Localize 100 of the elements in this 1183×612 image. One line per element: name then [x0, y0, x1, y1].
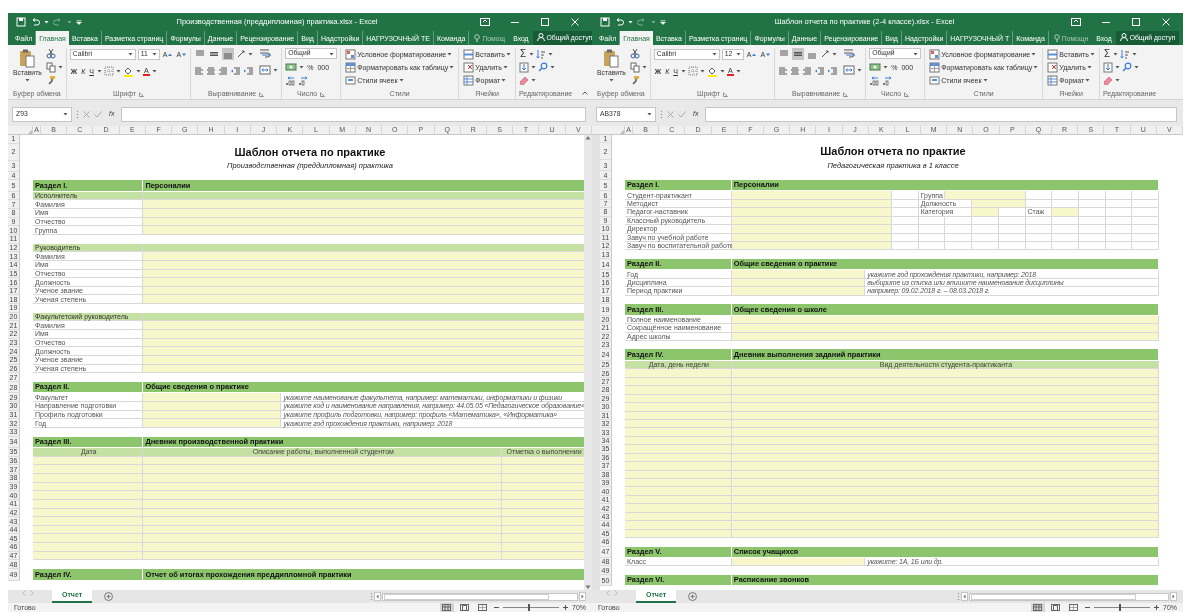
- insert-cells-icon: [1047, 48, 1059, 60]
- zoom-in-icon[interactable]: [563, 605, 568, 610]
- undo-icon[interactable]: [30, 17, 40, 27]
- outdent-icon[interactable]: [814, 66, 826, 76]
- indent-icon[interactable]: [827, 66, 839, 76]
- undo-icon[interactable]: [614, 17, 624, 27]
- save-icon[interactable]: [600, 17, 610, 27]
- maximize-icon[interactable]: [541, 18, 549, 26]
- dialog-launcher-icon[interactable]: [904, 91, 910, 97]
- sort-filter-icon[interactable]: [536, 48, 547, 60]
- lightbulb-icon: [1053, 34, 1060, 42]
- wrap-text-icon[interactable]: [259, 48, 272, 59]
- indent-icon[interactable]: [243, 66, 255, 76]
- borders-icon[interactable]: [687, 66, 698, 76]
- align-text-icon[interactable]: [194, 66, 205, 76]
- align-text-icon[interactable]: [802, 66, 813, 76]
- add-sheet-icon[interactable]: [104, 592, 114, 601]
- scissors-icon[interactable]: [629, 48, 640, 59]
- search-icon[interactable]: [1121, 62, 1132, 72]
- dialog-launcher-icon[interactable]: [259, 91, 265, 97]
- text-orientation-icon[interactable]: [236, 49, 247, 59]
- formula-field[interactable]: [121, 106, 586, 122]
- align-lines-icon: [195, 49, 206, 59]
- scroll-left-icon[interactable]: [374, 592, 381, 601]
- view-button[interactable]: [1067, 603, 1081, 612]
- save-icon[interactable]: [16, 17, 26, 27]
- collapse-ribbon-icon[interactable]: [582, 91, 588, 95]
- eraser-icon[interactable]: [1102, 75, 1113, 85]
- fill-down-icon[interactable]: [518, 61, 529, 73]
- view-button[interactable]: [1031, 603, 1045, 612]
- zoom-in-icon[interactable]: [1154, 605, 1159, 610]
- currency-icon[interactable]: [285, 62, 298, 72]
- merge-cells-icon[interactable]: [259, 65, 272, 75]
- text-orientation-icon[interactable]: [820, 49, 831, 59]
- formula-field[interactable]: [705, 106, 1177, 122]
- align-text-icon[interactable]: [218, 66, 229, 76]
- horizontal-scrollbar[interactable]: [969, 592, 1169, 601]
- decrease-decimal-icon[interactable]: [882, 76, 894, 86]
- fill-color-icon[interactable]: [706, 65, 718, 77]
- outdent-icon[interactable]: [230, 66, 242, 76]
- scroll-right-icon[interactable]: [1170, 592, 1177, 601]
- view-button[interactable]: [458, 603, 472, 612]
- horizontal-scrollbar[interactable]: [382, 592, 578, 601]
- scissors-icon[interactable]: [45, 48, 56, 59]
- dialog-launcher-icon[interactable]: [139, 91, 144, 97]
- close-icon[interactable]: [1162, 18, 1170, 26]
- customize-toolbar-icon[interactable]: [76, 19, 82, 25]
- scroll-left-icon[interactable]: [961, 592, 968, 601]
- dialog-launcher-icon[interactable]: [320, 91, 326, 97]
- caret-icon: [502, 65, 508, 69]
- scroll-right-icon[interactable]: [579, 592, 586, 601]
- vertical-align-button[interactable]: [792, 48, 805, 60]
- maximize-icon[interactable]: [1132, 18, 1140, 26]
- increase-decimal-icon[interactable]: [285, 76, 297, 86]
- align-text-icon[interactable]: [206, 66, 217, 76]
- dialog-launcher-icon[interactable]: [723, 91, 728, 97]
- ribbon-display-icon[interactable]: [1071, 18, 1081, 26]
- check-icon[interactable]: [94, 110, 102, 118]
- caret-icon: [151, 69, 157, 73]
- dialog-launcher-icon[interactable]: [843, 91, 849, 97]
- close-icon[interactable]: [571, 18, 579, 26]
- fill-down-icon[interactable]: [1102, 61, 1113, 73]
- caret-icon: [1089, 52, 1095, 56]
- caret-icon: [530, 78, 536, 82]
- merge-cells-icon[interactable]: [843, 65, 856, 75]
- check-icon[interactable]: [678, 110, 686, 118]
- add-sheet-icon[interactable]: [688, 592, 698, 601]
- zoom-slider-thumb[interactable]: [528, 604, 531, 611]
- delete-cells-icon: [1047, 61, 1059, 73]
- copy-icon[interactable]: [45, 61, 56, 73]
- increase-decimal-icon[interactable]: [869, 76, 881, 86]
- zoom-out-icon[interactable]: [494, 605, 499, 610]
- search-icon[interactable]: [537, 62, 548, 72]
- ribbon-display-icon[interactable]: [480, 18, 490, 26]
- copy-icon[interactable]: [629, 61, 640, 73]
- autosum-button[interactable]: Σ: [1102, 48, 1112, 60]
- cancel-icon[interactable]: [83, 110, 90, 118]
- redo-icon: [637, 17, 647, 27]
- caret-icon: [1033, 65, 1039, 69]
- vertical-align-button[interactable]: [222, 48, 235, 60]
- view-button[interactable]: [1049, 603, 1063, 612]
- currency-icon[interactable]: [869, 62, 882, 72]
- fill-color-icon[interactable]: [122, 65, 134, 77]
- decrease-decimal-icon[interactable]: [298, 76, 310, 86]
- align-text-icon[interactable]: [790, 66, 801, 76]
- cancel-icon[interactable]: [667, 110, 674, 118]
- zoom-out-icon[interactable]: [1085, 605, 1090, 610]
- sort-filter-icon[interactable]: [1120, 48, 1131, 60]
- wrap-text-icon[interactable]: [843, 48, 856, 59]
- view-button[interactable]: [440, 603, 454, 612]
- caret-icon: [151, 52, 157, 56]
- align-text-icon[interactable]: [778, 66, 789, 76]
- customize-toolbar-icon[interactable]: [660, 19, 666, 25]
- redo-icon: [53, 17, 63, 27]
- eraser-icon[interactable]: [518, 75, 529, 85]
- autosum-button[interactable]: Σ: [518, 48, 528, 60]
- borders-icon[interactable]: [103, 66, 114, 76]
- caret-icon: [449, 65, 455, 69]
- zoom-slider-thumb[interactable]: [1119, 604, 1122, 611]
- view-button[interactable]: [476, 603, 490, 612]
